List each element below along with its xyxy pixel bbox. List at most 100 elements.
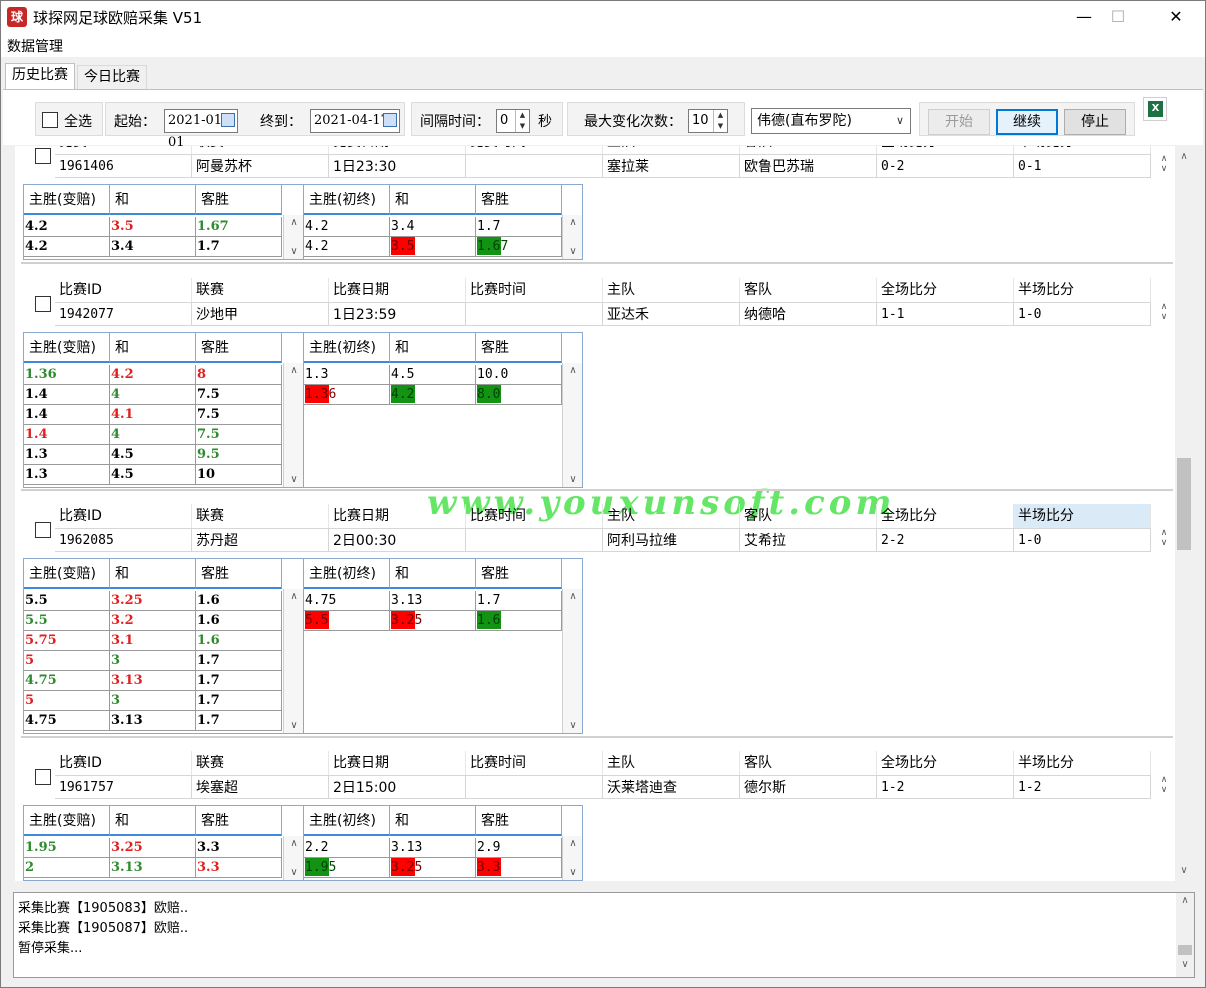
value-half-score[interactable]: 1-0 — [1014, 528, 1151, 552]
scroll-down-icon[interactable]: ∨ — [284, 474, 304, 485]
odds-row[interactable]: 1.3 4.5 10 — [24, 465, 282, 485]
scroll-down-icon[interactable]: ∨ — [1175, 862, 1193, 880]
final-odds-row[interactable]: 5.5 3.25 1.6 — [304, 611, 562, 631]
init-odds-row[interactable]: 4.75 3.13 1.7 — [304, 591, 562, 611]
value-league[interactable]: 苏丹超 — [192, 528, 329, 552]
match-checkbox[interactable] — [35, 296, 51, 312]
company-select[interactable]: 伟德(直布罗陀) ∨ — [751, 108, 911, 134]
match-checkbox[interactable] — [35, 148, 51, 164]
odds-row[interactable]: 2 3.13 3.3 — [24, 858, 282, 878]
stop-button[interactable]: 停止 — [1064, 109, 1126, 135]
value-away[interactable]: 艾希拉 — [740, 528, 877, 552]
value-away[interactable]: 欧鲁巴苏瑞 — [740, 154, 877, 178]
value-full-score[interactable]: 2-2 — [877, 528, 1014, 552]
scroll-down-icon[interactable]: ∨ — [284, 867, 304, 878]
init-final-odds-table[interactable]: 主胜(初终) 和客胜 2.2 3.13 2.9 1.95 3.25 3.3 ∧ ∨ — [303, 805, 583, 881]
scroll-down-icon[interactable]: ∨ — [1176, 959, 1194, 970]
select-all-checkbox[interactable] — [42, 112, 58, 128]
init-odds-row[interactable]: 4.2 3.4 1.7 — [304, 217, 562, 237]
log-panel[interactable]: 采集比赛【1905083】欧赔.. 采集比赛【1905087】欧赔.. 暂停采集… — [13, 892, 1195, 978]
odds-scrollbar[interactable]: ∧ ∨ — [562, 589, 582, 733]
value-home[interactable]: 塞拉莱 — [603, 154, 740, 178]
change-odds-table[interactable]: 主胜(变赔) 和客胜 1.36 4.2 8 1.4 4 7.5 1.4 4.1 7.5 1.4 4 7.5… — [23, 332, 304, 488]
scroll-up-icon[interactable]: ∧ — [1176, 895, 1194, 906]
scroll-up-icon[interactable]: ∧ — [284, 591, 304, 602]
value-league[interactable]: 埃塞超 — [192, 775, 329, 799]
odds-scrollbar[interactable]: ∧ ∨ — [283, 215, 303, 259]
interval-spinner[interactable]: 0 ▲ ▼ — [496, 109, 530, 133]
scroll-down-icon[interactable]: ∨ — [563, 720, 583, 731]
odds-row[interactable]: 1.95 3.25 3.3 — [24, 838, 282, 858]
final-odds-row[interactable]: 4.2 3.5 1.67 — [304, 237, 562, 257]
odds-scrollbar[interactable]: ∧ ∨ — [562, 363, 582, 487]
value-away[interactable]: 纳德哈 — [740, 302, 877, 326]
final-odds-row[interactable]: 1.95 3.25 3.3 — [304, 858, 562, 878]
odds-row[interactable]: 4.75 3.13 1.7 — [24, 671, 282, 691]
value-half-score[interactable]: 1-0 — [1014, 302, 1151, 326]
spinner-arrows-icon[interactable]: ▲ ▼ — [713, 110, 727, 132]
odds-row[interactable]: 4.2 3.5 1.67 — [24, 217, 282, 237]
odds-scrollbar[interactable]: ∧ ∨ — [562, 215, 582, 259]
odds-row[interactable]: 1.3 4.5 9.5 — [24, 445, 282, 465]
match-checkbox[interactable] — [35, 522, 51, 538]
header-scroll-arrows[interactable]: ∧ ∨ — [1157, 775, 1171, 795]
odds-row[interactable]: 1.4 4.1 7.5 — [24, 405, 282, 425]
scroll-down-icon[interactable]: ∨ — [284, 246, 304, 257]
change-odds-table[interactable]: 主胜(变赔) 和客胜 5.5 3.25 1.6 5.5 3.2 1.6 5.75 3.1 1.6 5 3… — [23, 558, 304, 734]
value-league[interactable]: 阿曼苏杯 — [192, 154, 329, 178]
start-button[interactable]: 开始 — [928, 109, 990, 135]
odds-row[interactable]: 5.5 3.25 1.6 — [24, 591, 282, 611]
value-home[interactable]: 沃莱塔迪查 — [603, 775, 740, 799]
close-button[interactable]: ✕ — [1153, 1, 1199, 33]
scrollbar-thumb[interactable] — [1177, 458, 1191, 550]
match-checkbox[interactable] — [35, 769, 51, 785]
scroll-up-icon[interactable]: ∧ — [284, 217, 304, 228]
scroll-down-icon[interactable]: ∨ — [284, 720, 304, 731]
end-date-picker[interactable]: 2021-04-17 — [310, 109, 400, 133]
odds-row[interactable]: 5.5 3.2 1.6 — [24, 611, 282, 631]
value-time[interactable] — [466, 775, 603, 799]
calendar-icon[interactable] — [383, 113, 397, 127]
vertical-scrollbar[interactable]: ∧ ∨ — [1175, 146, 1193, 881]
calendar-icon[interactable] — [221, 113, 235, 127]
menu-data-manage[interactable]: 数据管理 — [7, 36, 63, 56]
value-date[interactable]: 1日23:59 — [329, 302, 466, 326]
scroll-up-icon[interactable]: ∧ — [1175, 148, 1193, 166]
odds-scrollbar[interactable]: ∧ ∨ — [562, 836, 582, 880]
max-change-spinner[interactable]: 10 ▲ ▼ — [688, 109, 728, 133]
value-time[interactable] — [466, 154, 603, 178]
header-scroll-arrows[interactable]: ∧ ∨ — [1157, 154, 1171, 174]
odds-row[interactable]: 4.2 3.4 1.7 — [24, 237, 282, 257]
odds-row[interactable]: 4.75 3.13 1.7 — [24, 711, 282, 731]
maximize-button[interactable]: ☐ — [1095, 1, 1141, 33]
value-half-score[interactable]: 1-2 — [1014, 775, 1151, 799]
scroll-up-icon[interactable]: ∧ — [284, 838, 304, 849]
excel-export-button[interactable]: X — [1143, 97, 1167, 121]
value-date[interactable]: 1日23:30 — [329, 154, 466, 178]
log-scrollbar[interactable]: ∧ ∨ — [1176, 893, 1194, 977]
odds-scrollbar[interactable]: ∧ ∨ — [283, 363, 303, 487]
value-match-id[interactable]: 1962085 — [55, 528, 192, 552]
init-final-odds-table[interactable]: 主胜(初终) 和客胜 4.2 3.4 1.7 4.2 3.5 1.67 ∧ ∨ — [303, 184, 583, 260]
init-odds-row[interactable]: 2.2 3.13 2.9 — [304, 838, 562, 858]
odds-row[interactable]: 1.4 4 7.5 — [24, 385, 282, 405]
scroll-up-icon[interactable]: ∧ — [563, 365, 583, 376]
spinner-arrows-icon[interactable]: ▲ ▼ — [515, 110, 529, 132]
header-scroll-arrows[interactable]: ∧ ∨ — [1157, 302, 1171, 322]
start-date-picker[interactable]: 2021-01-01 — [164, 109, 238, 150]
change-odds-table[interactable]: 主胜(变赔) 和客胜 4.2 3.5 1.67 4.2 3.4 1.7 ∧ ∨ — [23, 184, 304, 260]
odds-row[interactable]: 5.75 3.1 1.6 — [24, 631, 282, 651]
match-list-panel[interactable]: www.youxunsoft.com ∧ ∨ 比赛ID1961406联赛阿曼苏杯… — [15, 146, 1193, 881]
value-match-id[interactable]: 1961406 — [55, 154, 192, 178]
scroll-down-icon[interactable]: ∨ — [563, 867, 583, 878]
value-full-score[interactable]: 0-2 — [877, 154, 1014, 178]
header-scroll-arrows[interactable]: ∧ ∨ — [1157, 528, 1171, 548]
value-home[interactable]: 亚达禾 — [603, 302, 740, 326]
value-full-score[interactable]: 1-2 — [877, 775, 1014, 799]
value-full-score[interactable]: 1-1 — [877, 302, 1014, 326]
continue-button[interactable]: 继续 — [996, 109, 1058, 135]
value-match-id[interactable]: 1942077 — [55, 302, 192, 326]
scroll-down-icon[interactable]: ∨ — [563, 246, 583, 257]
final-odds-row[interactable]: 1.36 4.2 8.0 — [304, 385, 562, 405]
value-date[interactable]: 2日15:00 — [329, 775, 466, 799]
